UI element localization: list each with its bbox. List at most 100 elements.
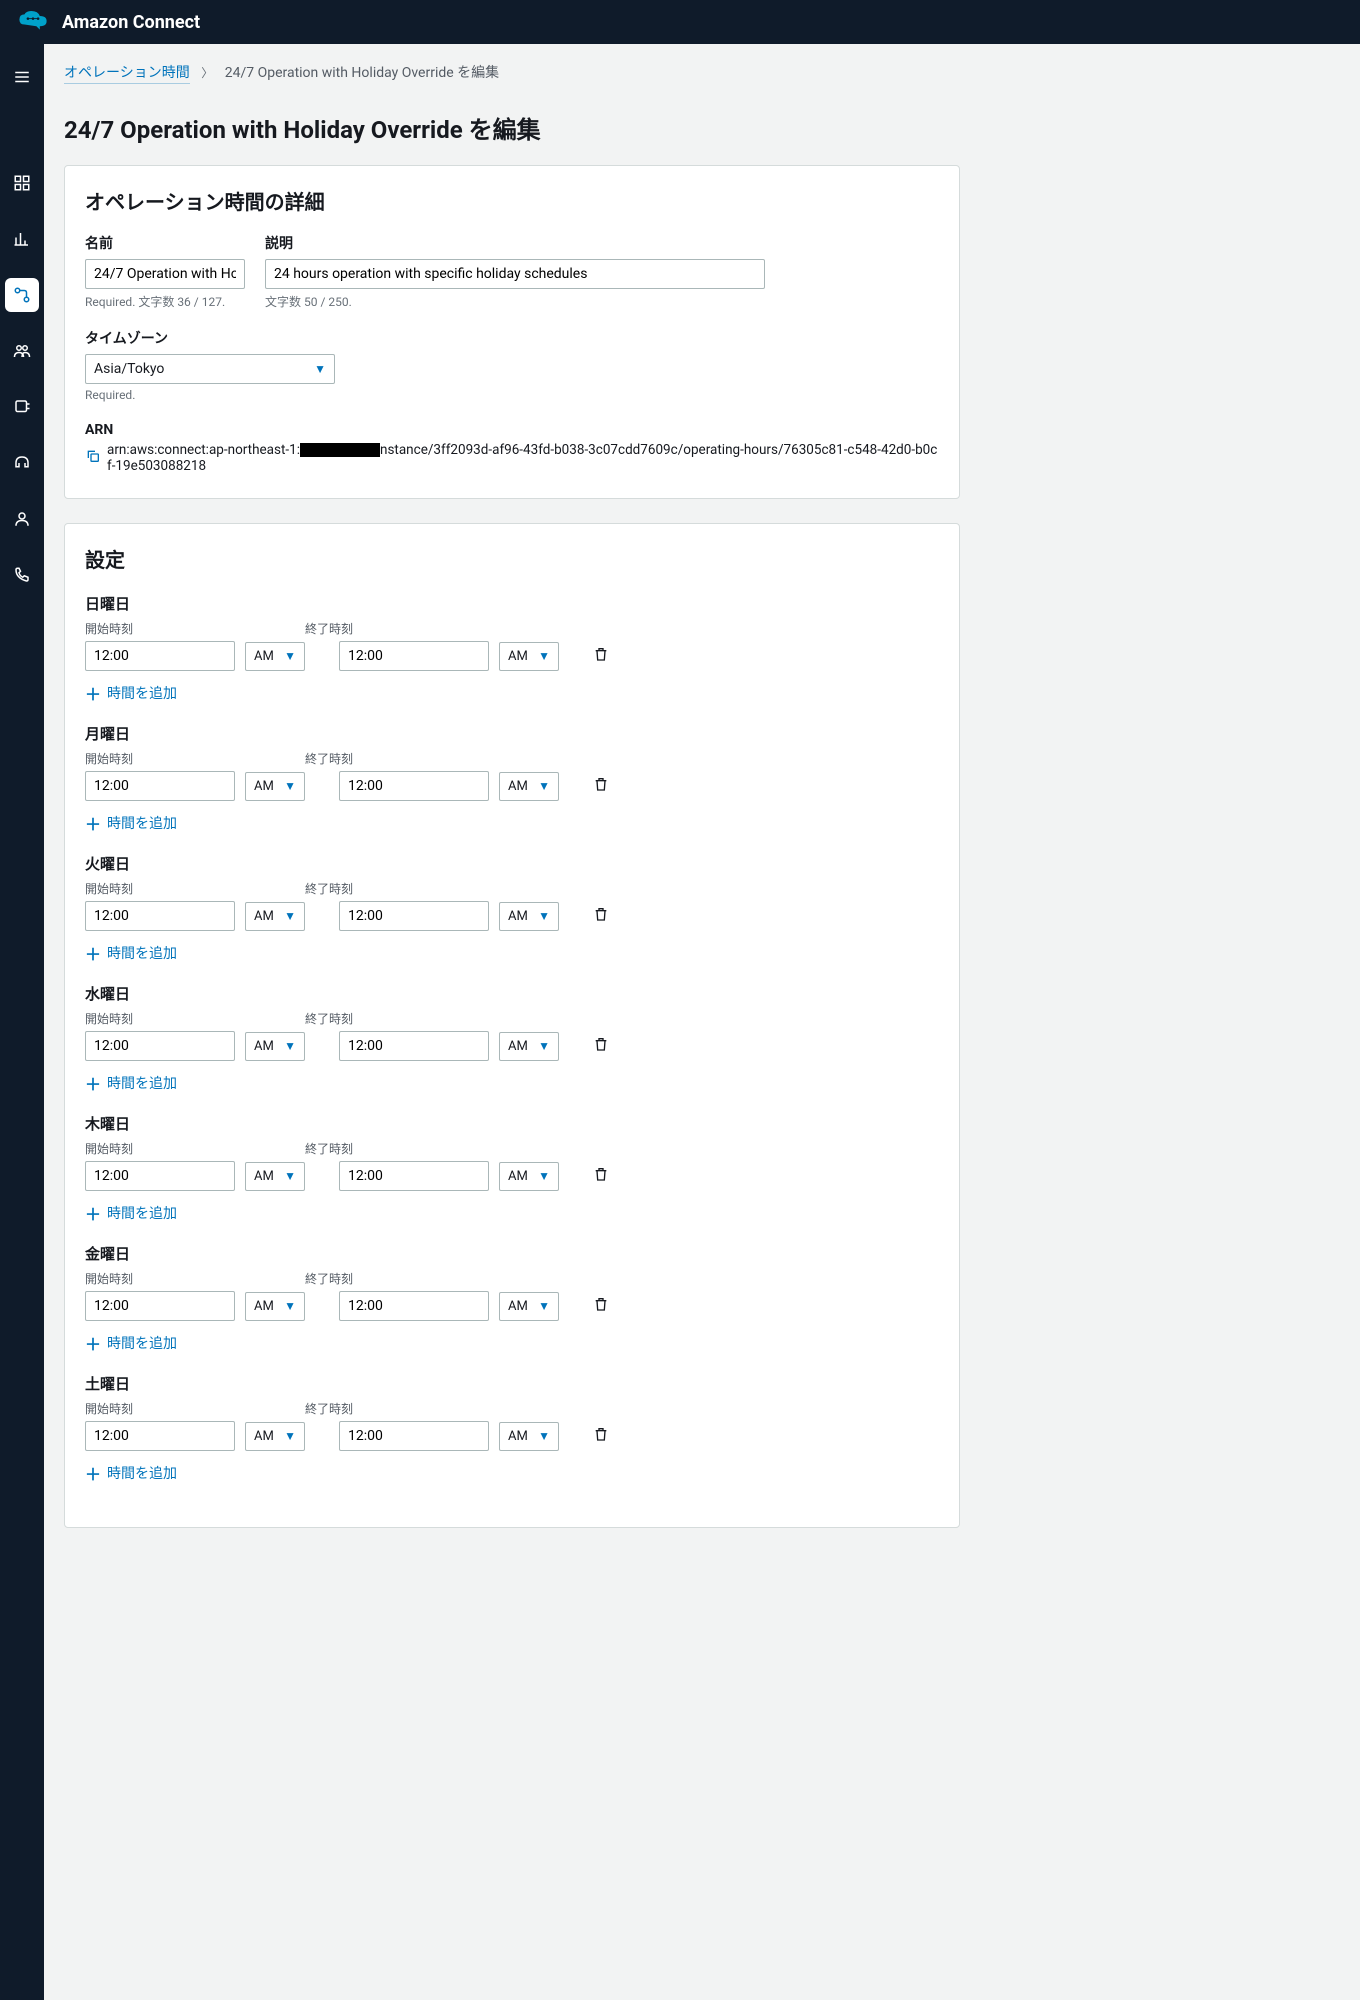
add-time-button[interactable]: ＋ 時間を追加 xyxy=(85,1461,939,1485)
tz-label: タイムゾーン xyxy=(85,328,335,348)
end-ampm-select[interactable]: AM▼ xyxy=(499,1032,559,1061)
name-input[interactable] xyxy=(85,259,245,289)
sidebar-item-phone[interactable] xyxy=(5,558,39,592)
end-time-input[interactable] xyxy=(339,901,489,931)
name-hint: Required. 文字数 36 / 127. xyxy=(85,293,245,310)
breadcrumb-root[interactable]: オペレーション時間 xyxy=(64,65,190,84)
sidebar-item-dashboard[interactable] xyxy=(5,166,39,200)
sidebar-item-analytics[interactable] xyxy=(5,222,39,256)
caret-down-icon: ▼ xyxy=(284,909,296,923)
start-ampm-select[interactable]: AM▼ xyxy=(245,902,305,931)
desc-label: 説明 xyxy=(265,233,765,253)
caret-down-icon: ▼ xyxy=(538,1429,550,1443)
trash-icon[interactable] xyxy=(593,646,609,666)
end-time-input[interactable] xyxy=(339,1031,489,1061)
caret-down-icon: ▼ xyxy=(284,1039,296,1053)
start-ampm-select[interactable]: AM▼ xyxy=(245,1292,305,1321)
end-time-input[interactable] xyxy=(339,771,489,801)
day-block: 金曜日 開始時刻 終了時刻 AM▼ AM▼ ＋ 時間を追加 xyxy=(85,1243,939,1355)
end-time-input[interactable] xyxy=(339,1291,489,1321)
trash-icon[interactable] xyxy=(593,1036,609,1056)
end-time-input[interactable] xyxy=(339,1421,489,1451)
trash-icon[interactable] xyxy=(593,1166,609,1186)
start-ampm-select[interactable]: AM▼ xyxy=(245,772,305,801)
end-ampm-select[interactable]: AM▼ xyxy=(499,902,559,931)
end-ampm-select[interactable]: AM▼ xyxy=(499,772,559,801)
day-block: 月曜日 開始時刻 終了時刻 AM▼ AM▼ ＋ 時間を追加 xyxy=(85,723,939,835)
add-time-button[interactable]: ＋ 時間を追加 xyxy=(85,1201,939,1225)
brand-text: Amazon Connect xyxy=(62,12,200,33)
sidebar-item-device[interactable] xyxy=(5,390,39,424)
start-time-input[interactable] xyxy=(85,1161,235,1191)
start-time-input[interactable] xyxy=(85,641,235,671)
add-time-button[interactable]: ＋ 時間を追加 xyxy=(85,681,939,705)
sidebar-item-ccp[interactable] xyxy=(5,446,39,480)
settings-panel: 設定 日曜日 開始時刻 終了時刻 AM▼ AM▼ ＋ 時間を追加 月曜日 開始時… xyxy=(64,523,960,1528)
end-ampm-select[interactable]: AM▼ xyxy=(499,1162,559,1191)
start-time-input[interactable] xyxy=(85,901,235,931)
trash-icon[interactable] xyxy=(593,906,609,926)
plus-icon: ＋ xyxy=(85,1461,101,1485)
add-time-button[interactable]: ＋ 時間を追加 xyxy=(85,1331,939,1355)
page-title: 24/7 Operation with Holiday Override を編集 xyxy=(64,110,960,145)
end-time-input[interactable] xyxy=(339,1161,489,1191)
day-name: 金曜日 xyxy=(85,1243,939,1264)
start-ampm-select[interactable]: AM▼ xyxy=(245,642,305,671)
plus-icon: ＋ xyxy=(85,681,101,705)
caret-down-icon: ▼ xyxy=(538,909,550,923)
caret-down-icon: ▼ xyxy=(284,779,296,793)
details-heading: オペレーション時間の詳細 xyxy=(85,186,939,215)
trash-icon[interactable] xyxy=(593,776,609,796)
start-ampm-select[interactable]: AM▼ xyxy=(245,1422,305,1451)
start-time-input[interactable] xyxy=(85,771,235,801)
day-block: 日曜日 開始時刻 終了時刻 AM▼ AM▼ ＋ 時間を追加 xyxy=(85,593,939,705)
sidebar-item-users[interactable] xyxy=(5,334,39,368)
end-time-label: 終了時刻 xyxy=(305,1140,353,1157)
start-time-label: 開始時刻 xyxy=(85,880,285,897)
start-time-label: 開始時刻 xyxy=(85,750,285,767)
start-time-input[interactable] xyxy=(85,1291,235,1321)
end-ampm-select[interactable]: AM▼ xyxy=(499,642,559,671)
end-ampm-select[interactable]: AM▼ xyxy=(499,1292,559,1321)
day-block: 水曜日 開始時刻 終了時刻 AM▼ AM▼ ＋ 時間を追加 xyxy=(85,983,939,1095)
caret-down-icon: ▼ xyxy=(538,649,550,663)
start-ampm-select[interactable]: AM▼ xyxy=(245,1032,305,1061)
start-ampm-select[interactable]: AM▼ xyxy=(245,1162,305,1191)
add-time-button[interactable]: ＋ 時間を追加 xyxy=(85,1071,939,1095)
caret-down-icon: ▼ xyxy=(538,1299,550,1313)
copy-icon[interactable] xyxy=(85,448,101,468)
add-time-button[interactable]: ＋ 時間を追加 xyxy=(85,811,939,835)
start-time-label: 開始時刻 xyxy=(85,1140,285,1157)
end-time-input[interactable] xyxy=(339,641,489,671)
add-time-button[interactable]: ＋ 時間を追加 xyxy=(85,941,939,965)
trash-icon[interactable] xyxy=(593,1426,609,1446)
tz-value: Asia/Tokyo xyxy=(94,361,164,377)
caret-down-icon: ▼ xyxy=(284,1429,296,1443)
menu-toggle[interactable] xyxy=(5,60,39,94)
day-block: 土曜日 開始時刻 終了時刻 AM▼ AM▼ ＋ 時間を追加 xyxy=(85,1373,939,1485)
caret-down-icon: ▼ xyxy=(284,649,296,663)
day-name: 土曜日 xyxy=(85,1373,939,1394)
tz-select[interactable]: Asia/Tokyo ▼ xyxy=(85,354,335,384)
plus-icon: ＋ xyxy=(85,941,101,965)
tz-hint: Required. xyxy=(85,388,335,402)
end-time-label: 終了時刻 xyxy=(305,1270,353,1287)
caret-down-icon: ▼ xyxy=(284,1299,296,1313)
end-ampm-select[interactable]: AM▼ xyxy=(499,1422,559,1451)
trash-icon[interactable] xyxy=(593,1296,609,1316)
plus-icon: ＋ xyxy=(85,1071,101,1095)
day-name: 水曜日 xyxy=(85,983,939,1004)
plus-icon: ＋ xyxy=(85,1201,101,1225)
caret-down-icon: ▼ xyxy=(284,1169,296,1183)
start-time-input[interactable] xyxy=(85,1031,235,1061)
end-time-label: 終了時刻 xyxy=(305,1400,353,1417)
sidebar xyxy=(0,44,44,2000)
start-time-label: 開始時刻 xyxy=(85,620,285,637)
chevron-right-icon: 〉 xyxy=(201,66,213,80)
start-time-input[interactable] xyxy=(85,1421,235,1451)
breadcrumb: オペレーション時間 〉 24/7 Operation with Holiday … xyxy=(64,62,960,98)
desc-input[interactable] xyxy=(265,259,765,289)
sidebar-item-profile[interactable] xyxy=(5,502,39,536)
sidebar-item-routing[interactable] xyxy=(5,278,39,312)
start-time-label: 開始時刻 xyxy=(85,1270,285,1287)
